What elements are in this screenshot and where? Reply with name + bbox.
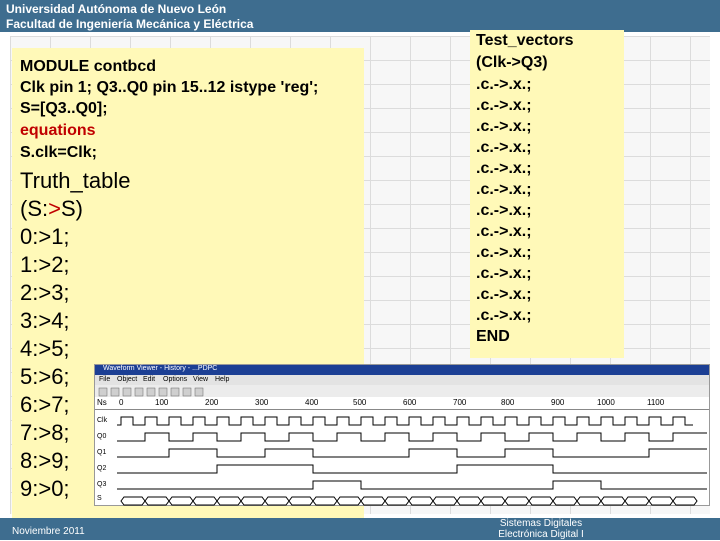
tick-label: 1000	[597, 398, 615, 407]
vector-row: .c.->.x.;	[476, 181, 532, 198]
signal-label: Q2	[97, 465, 107, 472]
vector-row: .c.->.x.;	[476, 307, 532, 324]
waveform-viewer-window[interactable]: Waveform Viewer - History - ...PDPC File…	[94, 364, 710, 506]
test-vectors-panel: Test_vectors (Clk->Q3) .c.->.x.; .c.->.x…	[470, 30, 624, 358]
q1-trace	[117, 448, 707, 458]
signal-label: Q3	[97, 481, 107, 488]
waveform-menu-bar: File Object Edit Options View Help	[95, 375, 709, 385]
tick-label: 300	[255, 398, 269, 407]
signal-label: Q0	[97, 433, 107, 440]
tick-label: 700	[453, 398, 467, 407]
toolbar-button-icon[interactable]	[170, 387, 180, 397]
end-keyword: END	[476, 328, 510, 345]
toolbar-button-icon[interactable]	[122, 387, 132, 397]
truth-row: 6:>7;	[20, 392, 70, 417]
menu-options[interactable]: Options	[163, 376, 187, 383]
toolbar-button-icon[interactable]	[158, 387, 168, 397]
vector-row: .c.->.x.;	[476, 202, 532, 219]
tick-label: 200	[205, 398, 219, 407]
truth-row: 7:>8;	[20, 420, 70, 445]
toolbar-button-icon[interactable]	[182, 387, 192, 397]
q3-trace	[117, 480, 707, 490]
menu-edit[interactable]: Edit	[143, 376, 155, 383]
tick-label: 100	[155, 398, 169, 407]
signal-label: Q1	[97, 449, 107, 456]
vector-row: .c.->.x.;	[476, 139, 532, 156]
menu-help[interactable]: Help	[215, 376, 229, 383]
vector-row: .c.->.x.;	[476, 97, 532, 114]
q0-trace	[117, 432, 707, 442]
truth-row: 5:>6;	[20, 364, 70, 389]
module-line: MODULE contbcd	[20, 58, 156, 75]
vector-row: .c.->.x.;	[476, 286, 532, 303]
university-name: Universidad Autónoma de Nuevo León	[6, 2, 227, 16]
set-line: S=[Q3..Q0];	[20, 100, 108, 117]
signal-label: S	[97, 495, 102, 502]
vector-row: .c.->.x.;	[476, 265, 532, 282]
toolbar-button-icon[interactable]	[134, 387, 144, 397]
clk-trace	[117, 416, 693, 426]
truth-row: 0:>1;	[20, 224, 70, 249]
faculty-name: Facultad de Ingeniería Mecánica y Eléctr…	[6, 17, 254, 31]
vector-row: .c.->.x.;	[476, 118, 532, 135]
clk-line: S.clk=Clk;	[20, 144, 97, 161]
time-unit: Ns	[97, 398, 107, 407]
q2-trace	[117, 464, 707, 474]
s-bus-trace	[120, 496, 698, 506]
truth-row: 1:>2;	[20, 252, 70, 277]
tick-label: 800	[501, 398, 515, 407]
waveform-traces	[117, 416, 707, 506]
footer-date: Noviembre 2011	[12, 526, 85, 537]
slide-footer: Noviembre 2011 Sistemas Digitales Electr…	[0, 518, 720, 540]
truth-row: 9:>0;	[20, 476, 70, 501]
waveform-title: Waveform Viewer - History - ...PDPC	[103, 365, 218, 372]
signal-label: Clk	[97, 417, 108, 424]
menu-view[interactable]: View	[193, 376, 208, 383]
time-ruler: Ns 0 100 200 300 400 500 600 700 800 900…	[95, 397, 709, 410]
slide-header: Universidad Autónoma de Nuevo León Facul…	[0, 0, 720, 32]
tick-label: 1100	[647, 398, 665, 407]
truth-row: 4:>5;	[20, 336, 70, 361]
toolbar-button-icon[interactable]	[98, 387, 108, 397]
menu-file[interactable]: File	[99, 376, 110, 383]
tick-label: 900	[551, 398, 565, 407]
tick-label: 500	[353, 398, 367, 407]
tick-label: 0	[119, 398, 124, 407]
vector-row: .c.->.x.;	[476, 223, 532, 240]
tick-label: 400	[305, 398, 319, 407]
truth-row: 3:>4;	[20, 308, 70, 333]
menu-object[interactable]: Object	[117, 376, 137, 383]
test-vectors-title: Test_vectors	[476, 32, 574, 49]
footer-course-2: Electrónica Digital I	[498, 529, 584, 540]
truth-row: 8:>9;	[20, 448, 70, 473]
vector-row: .c.->.x.;	[476, 160, 532, 177]
truth-row: 2:>3;	[20, 280, 70, 305]
pins-line: Clk pin 1; Q3..Q0 pin 15..12 istype 'reg…	[20, 79, 319, 96]
toolbar-button-icon[interactable]	[146, 387, 156, 397]
vector-row: .c.->.x.;	[476, 244, 532, 261]
toolbar-button-icon[interactable]	[110, 387, 120, 397]
truth-table-title: Truth_table	[20, 168, 131, 193]
tick-label: 600	[403, 398, 417, 407]
toolbar-button-icon[interactable]	[194, 387, 204, 397]
waveform-title-bar[interactable]: Waveform Viewer - History - ...PDPC	[95, 365, 709, 375]
test-vectors-header: (Clk->Q3)	[476, 54, 548, 71]
equations-keyword: equations	[20, 122, 96, 139]
truth-table-header: (S:>S)	[20, 196, 83, 221]
vector-row: .c.->.x.;	[476, 76, 532, 93]
